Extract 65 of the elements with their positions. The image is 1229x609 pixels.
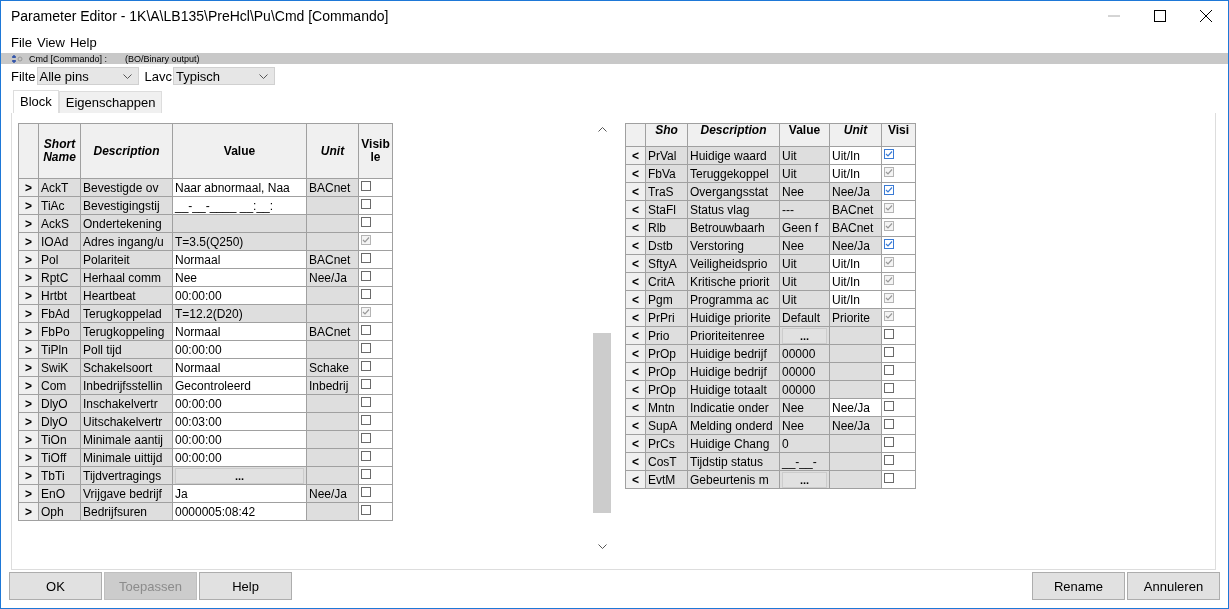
visible-checkbox[interactable] [361, 433, 371, 443]
visible-checkbox[interactable] [361, 271, 371, 281]
dialog-button[interactable]: Annuleren [1127, 572, 1220, 600]
tab[interactable]: Eigenschappen [58, 91, 163, 113]
column-header: Description [80, 123, 173, 179]
visible-checkbox[interactable] [361, 487, 371, 497]
visible-checkbox[interactable] [884, 455, 894, 465]
column-header: Visi [881, 123, 916, 147]
visible-checkbox[interactable] [361, 361, 371, 371]
visible-checkbox[interactable] [884, 437, 894, 447]
chevron-icon [122, 73, 132, 79]
filter-dropdown[interactable]: Typisch [173, 67, 276, 85]
visible-checkbox[interactable] [884, 383, 894, 393]
visible-checkbox[interactable] [361, 343, 371, 353]
visible-checkbox[interactable] [361, 505, 371, 515]
column-header: Value [172, 123, 307, 179]
column-header: Unit [306, 123, 359, 179]
visible-checkbox[interactable] [884, 329, 894, 339]
visible-checkbox[interactable] [361, 181, 371, 191]
dialog-button[interactable]: OK [9, 572, 102, 600]
visible-checkbox[interactable] [361, 325, 371, 335]
visible-checkbox[interactable] [361, 469, 371, 479]
menu-item[interactable]: Help [69, 34, 97, 50]
column-header: Visible [358, 123, 393, 179]
visible-checkbox[interactable] [884, 401, 894, 411]
dialog-button[interactable]: Rename [1032, 572, 1125, 600]
scroll-down-icon[interactable] [597, 544, 607, 549]
column-header: Unit [829, 123, 882, 147]
visible-checkbox[interactable] [361, 289, 371, 299]
visible-checkbox[interactable] [884, 149, 894, 159]
window-title: Parameter Editor - 1K\A\LB135\PreHcl\Pu\Cmd [Commando] [11, 8, 389, 24]
visible-checkbox[interactable] [884, 239, 894, 249]
block-type: (BO/Binary output) [125, 53, 200, 64]
filter-label: Filte [11, 68, 36, 84]
connector-icon [11, 54, 23, 63]
ellipsis-button[interactable]: ... [175, 467, 304, 484]
visible-checkbox[interactable] [361, 199, 371, 209]
visible-checkbox[interactable] [884, 419, 894, 429]
visible-checkbox[interactable] [361, 451, 371, 461]
ellipsis-button[interactable]: ... [782, 327, 827, 344]
dialog-button[interactable]: Help [199, 572, 292, 600]
visible-checkbox[interactable] [884, 185, 894, 195]
close-icon[interactable] [1200, 10, 1212, 22]
visible-checkbox[interactable] [361, 217, 371, 227]
visible-checkbox[interactable] [361, 397, 371, 407]
maximize-icon[interactable] [1154, 10, 1166, 22]
tab[interactable]: Block [13, 90, 59, 113]
menu-item[interactable]: File [11, 34, 32, 50]
filter-label: Lavc [144, 68, 173, 84]
block-name: Cmd [Commando] : [29, 53, 109, 64]
column-header: Sho [645, 123, 688, 147]
visible-checkbox[interactable] [361, 253, 371, 263]
filter-dropdown[interactable]: Alle pins [36, 67, 139, 85]
visible-checkbox[interactable] [884, 365, 894, 375]
chevron-icon [259, 73, 269, 79]
ellipsis-button[interactable]: ... [782, 471, 827, 488]
visible-checkbox[interactable] [884, 347, 894, 357]
scroll-up-icon[interactable] [597, 127, 607, 132]
menu-item[interactable]: View [36, 34, 65, 50]
column-header: Description [687, 123, 780, 147]
visible-checkbox[interactable] [361, 415, 371, 425]
visible-checkbox[interactable] [361, 379, 371, 389]
column-header: Short Name [38, 123, 81, 179]
column-header: Value [779, 123, 830, 147]
visible-checkbox[interactable] [884, 473, 894, 483]
